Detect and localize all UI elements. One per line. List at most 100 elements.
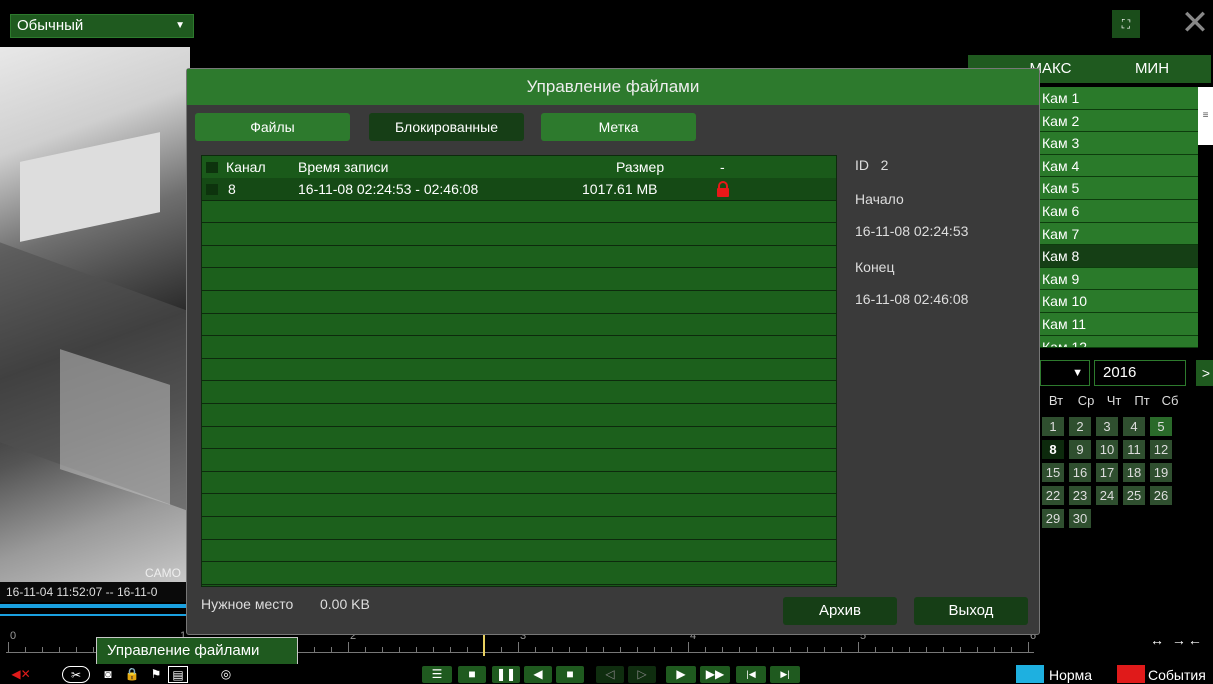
calendar-day[interactable]: 16 xyxy=(1069,463,1091,482)
min-button[interactable]: МИН xyxy=(1093,55,1211,83)
table-row[interactable] xyxy=(202,381,836,404)
calendar-day[interactable]: 19 xyxy=(1150,463,1172,482)
camera-list-item[interactable]: Кам 2 xyxy=(1040,109,1198,133)
camera-icon[interactable]: ◙ xyxy=(98,666,118,683)
pause-icon[interactable]: ❚❚ xyxy=(492,666,520,683)
stop-icon[interactable]: ■ xyxy=(556,666,584,683)
calendar-day[interactable]: 17 xyxy=(1096,463,1118,482)
table-row[interactable] xyxy=(202,494,836,517)
mute-icon[interactable]: ◀✕ xyxy=(10,666,32,683)
calendar-day[interactable]: 3 xyxy=(1096,417,1118,436)
select-all-checkbox[interactable] xyxy=(206,162,218,173)
info-id: ID 2 xyxy=(855,157,888,173)
camera-list-item[interactable]: Кам 9 xyxy=(1040,267,1198,291)
table-row[interactable] xyxy=(202,313,836,337)
camera-view: CAMO xyxy=(0,47,190,582)
calendar-day[interactable]: 9 xyxy=(1069,440,1091,459)
next-year-button[interactable]: > xyxy=(1196,360,1213,386)
calendar-day[interactable]: 11 xyxy=(1123,440,1145,459)
calendar-day[interactable]: 24 xyxy=(1096,486,1118,505)
calendar-day[interactable]: 1 xyxy=(1042,417,1064,436)
timeline-cursor[interactable] xyxy=(483,632,485,656)
view-mode-select[interactable]: Обычный ▼ xyxy=(10,14,194,38)
table-row[interactable] xyxy=(202,471,836,495)
reverse-play-icon[interactable]: ◀ xyxy=(524,666,552,683)
top-bar: Обычный ▼ ⛶ ✕ xyxy=(0,0,1213,47)
calendar-day[interactable]: 2 xyxy=(1069,417,1091,436)
table-row[interactable] xyxy=(202,291,836,314)
skip-back-30s-icon[interactable]: |◀ xyxy=(736,666,766,683)
camera-list-item[interactable]: Кам 5 xyxy=(1040,177,1198,200)
lock-icon[interactable]: 🔒 xyxy=(122,666,142,683)
stop-square-icon[interactable]: ■ xyxy=(458,666,486,683)
calendar-day[interactable]: 22 xyxy=(1042,486,1064,505)
settings-sliders-icon[interactable]: ☰ xyxy=(422,666,452,683)
fast-forward-icon[interactable]: ▶▶ xyxy=(700,666,730,683)
camera-list-item[interactable]: Кам 4 xyxy=(1040,154,1198,178)
folder-icon[interactable]: ▤ xyxy=(168,666,188,683)
exit-button[interactable]: Выход xyxy=(914,597,1028,625)
table-row[interactable] xyxy=(202,562,836,585)
calendar-day[interactable]: 10 xyxy=(1096,440,1118,459)
calendar-day[interactable]: 29 xyxy=(1042,509,1064,528)
camera-list-item[interactable]: Кам 8 xyxy=(1040,245,1198,268)
close-icon[interactable]: ✕ xyxy=(1180,4,1210,42)
table-row[interactable] xyxy=(202,245,836,269)
camera-list-item[interactable]: Кам 6 xyxy=(1040,199,1198,223)
flag-icon[interactable]: ⚑ xyxy=(146,666,166,683)
row-checkbox[interactable] xyxy=(206,184,218,195)
tab-mark[interactable]: Метка xyxy=(541,113,696,141)
table-row[interactable] xyxy=(202,449,836,472)
scissors-icon[interactable]: ✂ xyxy=(62,666,90,683)
camera-list-item[interactable]: Кам 10 xyxy=(1040,290,1198,313)
table-row[interactable] xyxy=(202,404,836,427)
calendar-day[interactable]: 25 xyxy=(1123,486,1145,505)
timeline-tick xyxy=(535,647,536,652)
tab-files[interactable]: Файлы xyxy=(195,113,350,141)
calendar-day[interactable]: 5 xyxy=(1150,417,1172,436)
timeline-tick xyxy=(331,647,332,652)
table-row[interactable] xyxy=(202,517,836,540)
table-row[interactable] xyxy=(202,336,836,359)
prev-frame-icon[interactable]: ◁ xyxy=(596,666,624,683)
table-row[interactable] xyxy=(202,268,836,291)
year-select[interactable]: 2016 xyxy=(1094,360,1186,386)
archive-button[interactable]: Архив xyxy=(783,597,897,625)
month-select[interactable]: ▼ xyxy=(1040,360,1090,386)
table-row[interactable] xyxy=(202,223,836,246)
camera-list-item[interactable]: Кам 11 xyxy=(1040,312,1198,336)
camera-list-item[interactable]: Кам 3 xyxy=(1040,132,1198,155)
table-row[interactable] xyxy=(202,200,836,224)
timeline-tick xyxy=(518,642,519,652)
calendar-day[interactable]: 8 xyxy=(1042,440,1064,459)
camera-list: Кам 1 Кам 2 Кам 3 Кам 4 Кам 5 Кам 6 Кам 7 Кам 8… xyxy=(1040,87,1198,348)
calendar-day[interactable]: 4 xyxy=(1123,417,1145,436)
table-row[interactable] xyxy=(202,426,836,450)
camera-list-item[interactable]: Кам 12 xyxy=(1040,335,1198,348)
calendar-day[interactable]: 26 xyxy=(1150,486,1172,505)
table-row[interactable] xyxy=(202,358,836,382)
camera-list-item[interactable]: Кам 7 xyxy=(1040,222,1198,246)
calendar-day[interactable]: 15 xyxy=(1042,463,1064,482)
table-row[interactable] xyxy=(202,539,836,563)
cell-time: 16-11-08 02:24:53 - 02:46:08 xyxy=(298,181,479,197)
timeline-zoom-arrows[interactable]: ↔ →← xyxy=(1150,632,1204,648)
target-icon[interactable]: ◎ xyxy=(216,666,236,683)
calendar-day[interactable]: 23 xyxy=(1069,486,1091,505)
skip-forward-30s-icon[interactable]: ▶| xyxy=(770,666,800,683)
play-icon[interactable]: ▶ xyxy=(666,666,696,683)
camera-list-item[interactable]: Кам 1 xyxy=(1040,87,1198,110)
timeline-tick xyxy=(994,647,995,652)
table-row[interactable]: 8 16-11-08 02:24:53 - 02:46:08 1017.61 MB xyxy=(202,178,836,201)
cell-channel: 8 xyxy=(228,181,236,197)
calendar-day[interactable]: 30 xyxy=(1069,509,1091,528)
fullscreen-icon[interactable]: ⛶ xyxy=(1112,10,1140,38)
calendar-day[interactable]: 12 xyxy=(1150,440,1172,459)
scrollbar-handle[interactable]: ≡ xyxy=(1198,87,1213,145)
timeline-tick xyxy=(552,647,553,652)
tab-blocked[interactable]: Блокированные xyxy=(369,113,524,141)
info-start-label: Начало xyxy=(855,191,904,207)
calendar-day[interactable]: 18 xyxy=(1123,463,1145,482)
next-frame-icon[interactable]: ▷ xyxy=(628,666,656,683)
timeline-tick xyxy=(467,647,468,652)
